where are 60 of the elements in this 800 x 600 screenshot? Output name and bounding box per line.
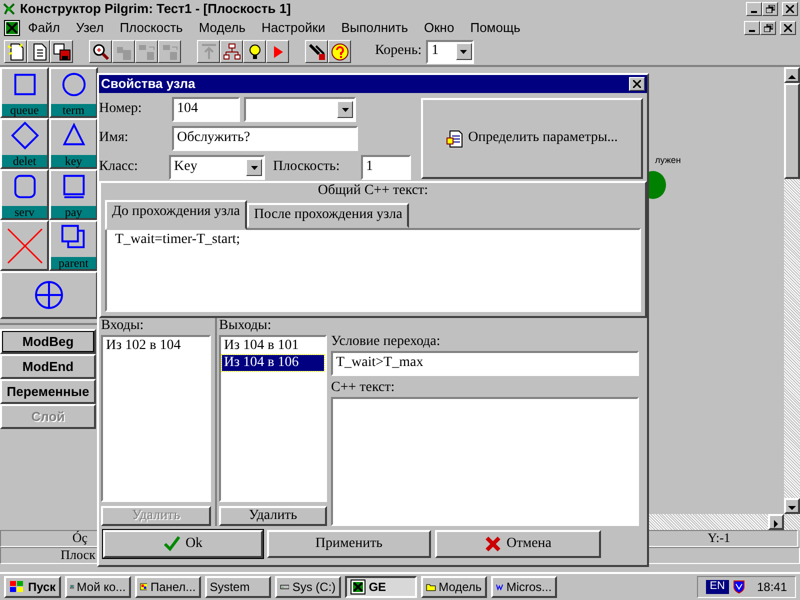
palette-tool[interactable]: delet [0, 118, 49, 169]
name-field[interactable]: Обслужить? [172, 126, 358, 151]
palette-tool[interactable]: queue [0, 67, 49, 118]
root-label: Корень: [375, 43, 422, 60]
field-label: Имя: [99, 130, 130, 147]
list-item[interactable]: Из 104 в 101 [222, 338, 324, 355]
menu-item[interactable]: Выполнить [333, 20, 416, 36]
condition-field[interactable]: T_wait>T_max [331, 350, 639, 376]
taskbar-button[interactable]: GE [344, 576, 417, 598]
list-box[interactable]: Из 102 в 104 [101, 334, 211, 502]
dialog-title: Свойства узла [101, 76, 196, 92]
taskbar-button[interactable]: Панел... [134, 576, 201, 598]
taskbar-button[interactable]: Мой ко... [64, 576, 131, 598]
taskbar-button[interactable]: System [204, 576, 271, 598]
menu-item[interactable]: Модель [190, 20, 254, 36]
list-label: Входы: [101, 318, 145, 335]
field-label: Плоскость: [273, 159, 341, 176]
menu-item[interactable]: Плоскость [112, 20, 191, 36]
palette-tool[interactable]: term [49, 67, 98, 118]
taskbar-button[interactable]: Модель [420, 576, 487, 598]
palette-tool[interactable]: parent [49, 220, 98, 271]
field-label: C++ текст: [331, 380, 396, 397]
start-button[interactable]: Пуск [4, 576, 61, 598]
plane-field[interactable]: 1 [361, 155, 411, 180]
palette-tool[interactable]: serv [0, 169, 49, 220]
field-label: Условие перехода: [331, 334, 442, 351]
palette-tool[interactable]: key [49, 118, 98, 169]
root-dropdown[interactable]: 1 [426, 40, 474, 64]
tab[interactable]: До прохождения узла [105, 200, 247, 230]
menu-item[interactable]: Помощь [462, 20, 528, 36]
delete-button[interactable]: Удалить [219, 506, 327, 526]
mode-button[interactable]: Переменные [0, 379, 96, 404]
field-label: Класс: [99, 159, 139, 176]
taskbar-button[interactable]: Sys (C:) [274, 576, 341, 598]
menu-item[interactable]: Файл [20, 20, 68, 36]
number-field[interactable]: 104 [172, 97, 240, 122]
list-item[interactable]: Из 102 в 104 [104, 338, 208, 355]
menu-item[interactable]: Настройки [253, 20, 334, 36]
window-title: Конструктор Pilgrim: Тест1 - [Плоскость 1] [20, 1, 291, 17]
apply-button[interactable]: Применить [267, 530, 431, 558]
mode-button[interactable]: ModEnd [0, 354, 96, 379]
clock: 18:41 [756, 580, 787, 594]
ok-button[interactable]: Ok [103, 530, 263, 558]
code-field[interactable]: T_wait=timer-T_start; [105, 228, 641, 312]
section-label: Общий C++ текст: [316, 183, 430, 200]
list-box[interactable]: Из 104 в 101 Из 104 в 106 [219, 334, 327, 502]
tab[interactable]: После прохождения узла [246, 202, 410, 228]
list-item[interactable]: Из 104 в 106 [222, 354, 324, 372]
language-indicator[interactable]: EN [706, 580, 729, 594]
mode-button[interactable]: ModBeg [0, 329, 96, 354]
define-parameters-button[interactable]: Определить параметры... [421, 98, 643, 179]
field-label: Номер: [99, 101, 143, 118]
taskbar-button[interactable]: Micros... [490, 576, 557, 598]
node-label: лужен [655, 155, 681, 166]
cancel-button[interactable]: Отмена [435, 530, 601, 558]
menu-item[interactable]: Окно [416, 20, 462, 36]
menu-item[interactable]: Узел [68, 20, 112, 36]
palette-tool[interactable]: pay [49, 169, 98, 220]
class-dropdown[interactable]: Key [169, 155, 265, 180]
list-label: Выходы: [219, 318, 272, 335]
